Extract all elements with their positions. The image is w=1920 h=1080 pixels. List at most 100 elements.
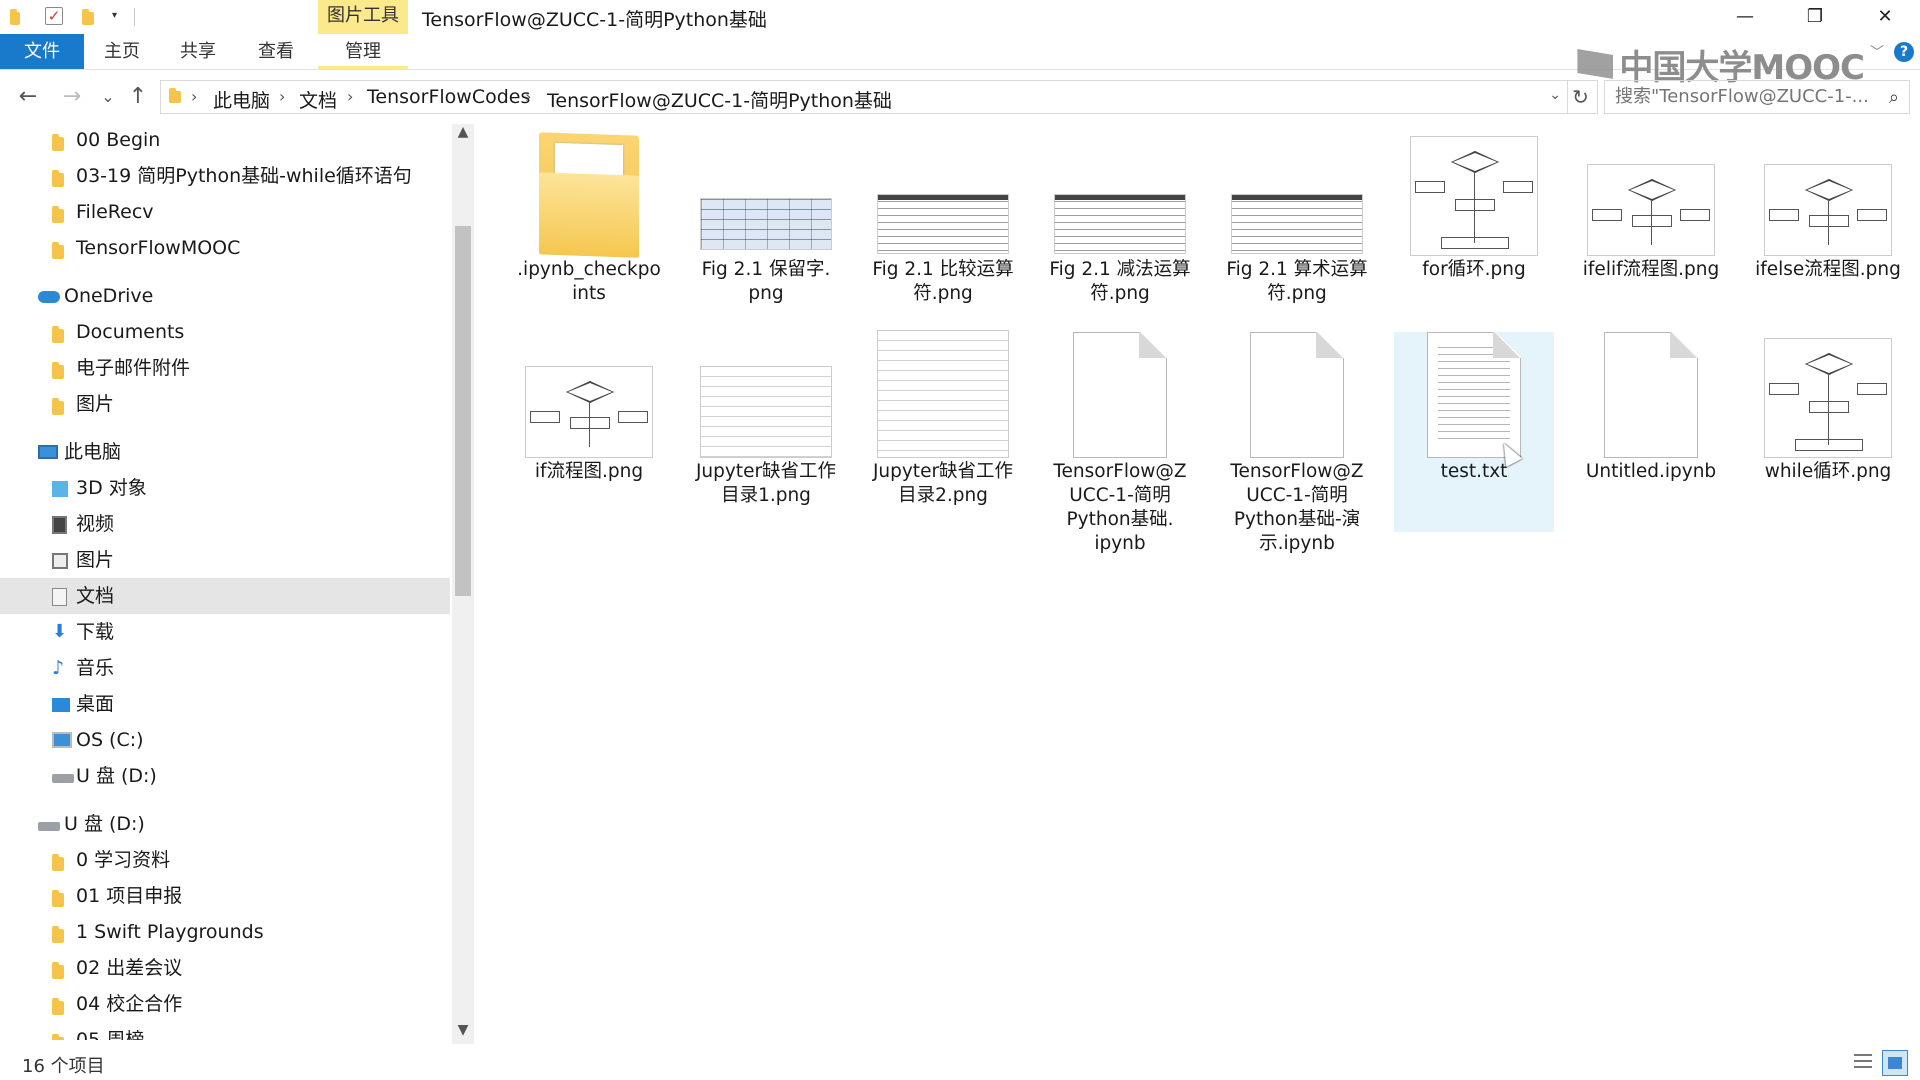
sidebar-item[interactable]: 此电脑 [0, 434, 450, 470]
search-input[interactable] [1615, 86, 1875, 107]
file-item[interactable]: Jupyter缺省工作 目录1.png [686, 332, 846, 532]
file-item[interactable]: .ipynb_checkpo ints [509, 130, 669, 330]
sidebar-item[interactable]: 03-19 简明Python基础-while循环语句 [0, 158, 450, 194]
file-name: Untitled.ipynb [1571, 460, 1731, 484]
tab-file[interactable]: 文件 [0, 34, 84, 69]
breadcrumb-separator[interactable]: › [347, 87, 353, 106]
file-name: Fig 2.1 算术运算 符.png [1217, 258, 1377, 306]
file-name-line: Fig 2.1 保留字. [701, 259, 831, 280]
sidebar-item[interactable]: 图片 [0, 542, 450, 578]
file-name-line: 示.ipynb [1259, 533, 1335, 554]
sidebar-item[interactable]: 05 周榜 [0, 1022, 450, 1040]
file-item[interactable]: Fig 2.1 减法运算 符.png [1040, 130, 1200, 330]
file-item[interactable]: for循环.png [1394, 130, 1554, 330]
desktop-icon [52, 698, 70, 712]
refresh-button[interactable]: ↻ [1564, 80, 1598, 114]
breadcrumb-separator[interactable]: › [191, 87, 197, 106]
file-item[interactable]: ifelif流程图.png [1571, 130, 1731, 330]
file-item[interactable]: Fig 2.1 算术运算 符.png [1217, 130, 1377, 330]
sidebar-item-label: 视频 [76, 513, 115, 535]
sidebar-item[interactable]: 图片 [0, 386, 450, 422]
sidebar-item-label: Documents [76, 321, 185, 343]
breadcrumb-tensorflowcodes[interactable]: TensorFlowCodes [367, 86, 530, 108]
breadcrumb-this-pc[interactable]: 此电脑 [213, 86, 270, 113]
sidebar-item[interactable]: ⬇ 下载 [0, 614, 450, 650]
scroll-down-button[interactable]: ▼ [452, 1022, 474, 1044]
file-item[interactable]: if流程图.png [509, 332, 669, 532]
breadcrumb-documents[interactable]: 文档 [299, 86, 337, 113]
quick-access-dropdown-icon[interactable]: ▾ [112, 10, 117, 21]
sidebar-item[interactable]: 04 校企合作 [0, 986, 450, 1022]
file-name-line: ipynb [1094, 533, 1146, 554]
tab-share[interactable]: 共享 [164, 34, 232, 69]
tab-view[interactable]: 查看 [242, 34, 310, 69]
large-icons-view-button[interactable] [1882, 1050, 1908, 1076]
properties-icon[interactable]: ✓ [45, 7, 63, 25]
search-box[interactable]: ⌕ [1604, 80, 1910, 114]
sidebar-item-label: OS (C:) [76, 729, 144, 751]
sidebar-item[interactable]: 01 项目申报 [0, 878, 450, 914]
address-bar[interactable]: › 此电脑 › 文档 › TensorFlowCodes › TensorFlo… [160, 80, 1568, 114]
sidebar-item[interactable]: 3D 对象 [0, 470, 450, 506]
sidebar-item-label: 此电脑 [64, 441, 122, 463]
sidebar-item-label: 音乐 [76, 657, 115, 679]
file-name-line: Jupyter缺省工作 [695, 461, 837, 482]
tab-home[interactable]: 主页 [88, 34, 156, 69]
details-view-button[interactable] [1850, 1050, 1876, 1076]
forward-button[interactable]: → [56, 82, 88, 112]
file-item[interactable]: while循环.png [1748, 332, 1908, 532]
sidebar-item[interactable]: U 盘 (D:) [0, 806, 450, 842]
up-button[interactable]: ↑ [122, 82, 154, 112]
file-item[interactable]: Jupyter缺省工作 目录2.png [863, 330, 1023, 532]
chevron-down-icon[interactable]: ⌄ [1549, 87, 1561, 103]
sidebar-item-label: 01 项目申报 [76, 885, 183, 907]
screenshot-thumbnail [877, 330, 1009, 458]
folder-icon[interactable] [10, 7, 26, 27]
file-item[interactable]: Fig 2.1 保留字. png [686, 130, 846, 330]
sidebar-item-label: 图片 [76, 393, 115, 415]
os-drive-icon [52, 732, 72, 748]
document-icon [1054, 332, 1186, 458]
help-icon[interactable]: ? [1894, 42, 1914, 62]
sidebar-item[interactable]: Documents [0, 314, 450, 350]
file-name: Fig 2.1 比较运算 符.png [863, 258, 1023, 306]
scroll-thumb[interactable] [455, 226, 471, 596]
breadcrumb-current-folder[interactable]: TensorFlow@ZUCC-1-简明Python基础 [547, 86, 892, 113]
minimize-button[interactable]: — [1710, 0, 1780, 34]
sidebar-item[interactable]: FileRecv [0, 194, 450, 230]
back-button[interactable]: ← [12, 82, 44, 112]
recent-locations-button[interactable]: ⌄ [92, 82, 124, 112]
file-item[interactable]: test.txt [1394, 332, 1554, 532]
sidebar-item[interactable]: U 盘 (D:) [0, 758, 450, 794]
sidebar-item[interactable]: OneDrive [0, 278, 450, 314]
sidebar-item[interactable]: 00 Begin [0, 122, 450, 158]
search-icon[interactable]: ⌕ [1889, 87, 1899, 108]
sidebar-item[interactable]: 视频 [0, 506, 450, 542]
file-item[interactable]: TensorFlow@Z UCC-1-简明 Python基础. ipynb [1040, 332, 1200, 554]
sidebar-item[interactable]: OS (C:) [0, 722, 450, 758]
file-item[interactable]: Fig 2.1 比较运算 符.png [863, 130, 1023, 330]
sidebar-item[interactable]: 电子邮件附件 [0, 350, 450, 386]
sidebar-item-label: 02 出差会议 [76, 957, 183, 979]
sidebar-item[interactable]: TensorFlowMOOC [0, 230, 450, 266]
navigation-pane-scrollbar[interactable]: ▲ ▼ [452, 124, 474, 1044]
breadcrumb-separator[interactable]: › [279, 87, 285, 106]
file-item[interactable]: ifelse流程图.png [1748, 130, 1908, 330]
close-button[interactable]: ✕ [1850, 0, 1920, 34]
expand-ribbon-icon[interactable]: ﹀ [1870, 42, 1884, 62]
sidebar-item[interactable]: 0 学习资料 [0, 842, 450, 878]
sidebar-item[interactable]: 02 出差会议 [0, 950, 450, 986]
sidebar-item[interactable]: ♪ 音乐 [0, 650, 450, 686]
tab-manage[interactable]: 管理 [318, 34, 408, 69]
file-item[interactable]: TensorFlow@Z UCC-1-简明 Python基础-演 示.ipynb [1217, 332, 1377, 554]
sidebar-item[interactable]: 1 Swift Playgrounds [0, 914, 450, 950]
restore-button[interactable]: ❐ [1780, 0, 1850, 34]
file-item[interactable]: Untitled.ipynb [1571, 332, 1731, 532]
sidebar-item[interactable]: 文档 [0, 578, 450, 614]
breadcrumb-separator[interactable]: › [525, 87, 531, 106]
sidebar-item[interactable]: 桌面 [0, 686, 450, 722]
file-name-line: ifelif流程图.png [1582, 259, 1720, 280]
scroll-up-button[interactable]: ▲ [452, 124, 474, 146]
file-name-line: ifelse流程图.png [1755, 259, 1901, 280]
new-folder-icon[interactable] [82, 7, 98, 27]
